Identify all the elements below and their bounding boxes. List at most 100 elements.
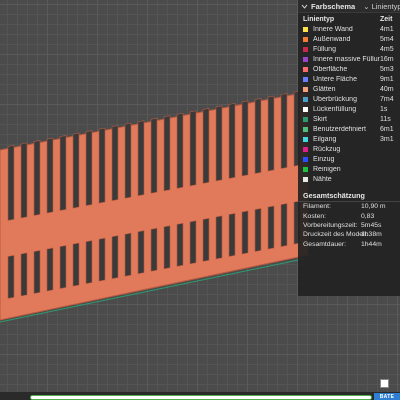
model-slot <box>254 98 262 174</box>
legend-item[interactable]: Nähte <box>298 174 400 184</box>
model-slot <box>111 235 119 280</box>
model-slot <box>72 242 80 287</box>
model-slot <box>124 232 132 277</box>
model-slot <box>46 137 54 214</box>
estimate-value: 1h38m <box>361 231 382 239</box>
legend-swatch <box>303 26 308 32</box>
legend-time: 40m <box>380 85 394 93</box>
legend-item[interactable]: Benutzerdefiniert 6m1 <box>298 124 400 134</box>
model-slot <box>150 227 158 272</box>
estimate-row: Druckzeit des Modell: 1h38m <box>298 230 400 239</box>
legend-item[interactable]: Skirt 11s <box>298 114 400 124</box>
legend-time: 4m5 <box>380 45 394 53</box>
model-slot <box>59 135 67 211</box>
legend-swatch <box>303 116 308 122</box>
slice-button[interactable]: BATE <box>374 393 400 400</box>
model-slot <box>111 125 119 202</box>
model-slot <box>241 210 249 255</box>
legend-label: Glätten <box>313 85 336 93</box>
estimate-label: Kosten: <box>303 212 327 220</box>
model-slot <box>215 215 223 260</box>
estimate-value: 1h44m <box>361 240 382 248</box>
model-slot <box>137 120 145 197</box>
legend-label: Eilgang <box>313 135 337 143</box>
legend-label: Innere Wand <box>313 25 353 33</box>
legend-item[interactable]: Eilgang 3m1 <box>298 134 400 144</box>
model-slot <box>7 254 15 299</box>
model-slot <box>137 230 145 275</box>
estimate-value: 5m45s <box>361 221 382 229</box>
legend-item[interactable]: Rückzug <box>298 144 400 154</box>
legend-label: Außenwand <box>313 35 351 43</box>
legend-item[interactable]: Untere Fläche 9m1 <box>298 74 400 84</box>
legend-item[interactable]: Überbrückung 7m4 <box>298 94 400 104</box>
legend-item[interactable]: Glätten 40m <box>298 84 400 94</box>
legend-item[interactable]: Außenwand 5m4 <box>298 34 400 44</box>
legend-item[interactable]: Reinigen <box>298 164 400 174</box>
model-slot <box>20 252 28 297</box>
model-slot <box>150 117 158 194</box>
model-slot <box>7 144 15 221</box>
collapse-icon[interactable] <box>301 3 308 10</box>
layer-view-icon[interactable] <box>380 379 389 388</box>
estimate-list: Filament: 10,90 m Kosten: 0,83 Vorbereitungs… <box>298 202 400 249</box>
legend-time: 4m1 <box>380 25 394 33</box>
legend-col-type: Linientyp <box>303 15 335 23</box>
legend-label: Nähte <box>313 175 332 183</box>
legend-item[interactable]: Innere Wand 4m1 <box>298 24 400 34</box>
model-slot <box>98 237 106 282</box>
model-slot <box>20 142 28 219</box>
color-scheme-panel: Farbschema ⌄ Linientyp Linientyp Zeit In… <box>298 0 400 296</box>
model-slot <box>163 115 171 192</box>
legend-swatch <box>303 176 308 182</box>
estimate-value: 10,90 m <box>361 203 386 211</box>
panel-title: Farbschema <box>311 1 356 11</box>
legend-swatch <box>303 46 308 52</box>
legend-time: 3m1 <box>380 135 394 143</box>
model-slot <box>280 203 288 247</box>
legend-swatch <box>303 56 308 62</box>
legend-label: Reinigen <box>313 165 341 173</box>
model-slot <box>124 122 132 199</box>
legend-label: Benutzerdefiniert <box>313 125 366 133</box>
legend-time: 11s <box>380 115 391 123</box>
estimate-value: 0,83 <box>361 212 375 220</box>
slice-progress-fill <box>31 396 371 399</box>
estimate-label: Gesamtdauer: <box>303 240 347 248</box>
legend-item[interactable]: Innere massive Füllung 16m <box>298 54 400 64</box>
estimate-label: Vorbereitungszeit: <box>303 221 358 229</box>
legend-time: 9m1 <box>380 75 394 83</box>
model-slot <box>85 130 93 207</box>
panel-header: Farbschema ⌄ Linientyp <box>298 0 400 13</box>
legend-time: 6m1 <box>380 125 394 133</box>
legend-swatch <box>303 156 308 162</box>
legend-swatch <box>303 36 308 42</box>
legend-item[interactable]: Lückenfüllung 1s <box>298 104 400 114</box>
legend-item[interactable]: Füllung 4m5 <box>298 44 400 54</box>
model-slot <box>189 220 197 265</box>
model-slot <box>46 247 54 292</box>
chevron-down-icon: ⌄ <box>363 1 372 11</box>
model-slot <box>72 132 80 209</box>
model-slot <box>254 208 262 252</box>
legend-label: Untere Fläche <box>313 75 357 83</box>
legend-swatch <box>303 106 308 112</box>
estimate-row: Gesamtdauer: 1h44m <box>298 240 400 249</box>
legend-label: Rückzug <box>313 145 341 153</box>
model-slot <box>228 102 236 179</box>
estimate-title: Gesamtschätzung <box>298 190 400 202</box>
legend-label: Innere massive Füllung <box>313 55 380 63</box>
legend-item[interactable]: Einzug <box>298 154 400 164</box>
legend-time: 7m4 <box>380 95 394 103</box>
legend-item[interactable]: Oberfläche 5m3 <box>298 64 400 74</box>
view-type-select[interactable]: ⌄ Linientyp <box>363 2 400 11</box>
model-slot <box>228 212 236 257</box>
model-slot <box>267 95 275 172</box>
model-slot <box>267 205 275 250</box>
estimate-row: Vorbereitungszeit: 5m45s <box>298 221 400 230</box>
legend-swatch <box>303 66 308 72</box>
model-slot <box>241 100 249 177</box>
legend-time: 16m <box>380 55 394 63</box>
model-slot <box>85 240 93 285</box>
legend-list: Innere Wand 4m1 Außenwand 5m4 Füllung 4m5 Inne… <box>298 24 400 184</box>
